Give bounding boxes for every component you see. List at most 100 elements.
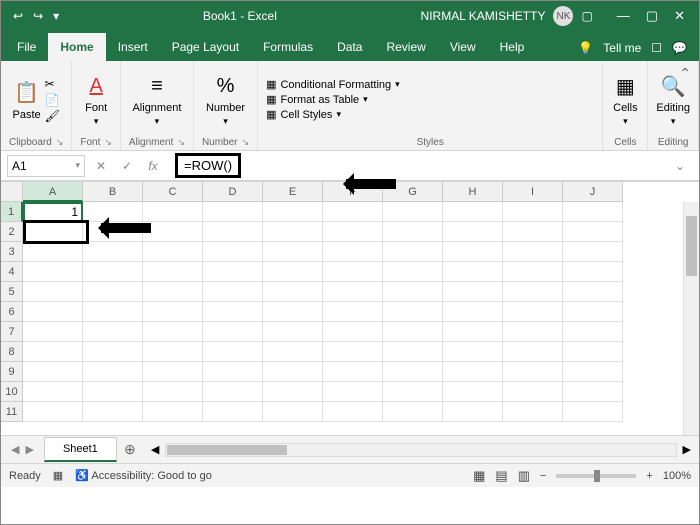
comments-icon[interactable]: 💬	[672, 41, 687, 55]
cell[interactable]	[83, 322, 143, 342]
cell[interactable]	[383, 202, 443, 222]
cell[interactable]	[23, 242, 83, 262]
cell[interactable]	[383, 402, 443, 422]
cell[interactable]	[323, 302, 383, 322]
cell[interactable]	[263, 302, 323, 322]
cell[interactable]	[443, 242, 503, 262]
row-header[interactable]: 6	[1, 302, 23, 322]
close-button[interactable]: ✕	[674, 8, 685, 24]
zoom-slider[interactable]	[556, 474, 636, 478]
cell[interactable]	[203, 242, 263, 262]
cell[interactable]	[323, 322, 383, 342]
cell[interactable]	[323, 262, 383, 282]
cell[interactable]	[83, 402, 143, 422]
cell[interactable]	[203, 342, 263, 362]
column-header[interactable]: E	[263, 182, 323, 202]
cell[interactable]	[23, 402, 83, 422]
cell[interactable]	[383, 362, 443, 382]
restore-button[interactable]: ▢	[646, 8, 658, 24]
cell[interactable]: 1	[23, 202, 83, 222]
cell[interactable]	[203, 262, 263, 282]
cell[interactable]	[503, 202, 563, 222]
cell[interactable]	[143, 342, 203, 362]
conditional-formatting-button[interactable]: ▦Conditional Formatting ▾	[266, 78, 400, 91]
accessibility-status[interactable]: ♿ Accessibility: Good to go	[75, 469, 212, 482]
cell[interactable]	[23, 342, 83, 362]
expand-formula-bar-icon[interactable]: ⌄	[675, 159, 685, 173]
tab-insert[interactable]: Insert	[106, 33, 160, 61]
page-layout-view-icon[interactable]: ▤	[495, 468, 507, 484]
cell[interactable]	[563, 202, 623, 222]
cell[interactable]	[563, 242, 623, 262]
cell[interactable]	[503, 322, 563, 342]
ribbon-display-icon[interactable]: ▢	[581, 9, 592, 23]
font-launcher-icon[interactable]: ↘	[104, 137, 112, 148]
cancel-formula-icon[interactable]: ✕	[91, 159, 111, 173]
cell[interactable]	[143, 282, 203, 302]
cell[interactable]	[323, 202, 383, 222]
cell[interactable]	[383, 282, 443, 302]
page-break-view-icon[interactable]: ▥	[518, 468, 530, 484]
cell[interactable]	[143, 382, 203, 402]
sheet-tab[interactable]: Sheet1	[44, 437, 117, 462]
vertical-scrollbar[interactable]	[683, 202, 699, 435]
cell[interactable]	[443, 322, 503, 342]
row-header[interactable]: 5	[1, 282, 23, 302]
cell[interactable]	[563, 382, 623, 402]
cell[interactable]	[263, 262, 323, 282]
cell[interactable]	[263, 242, 323, 262]
cell[interactable]	[503, 262, 563, 282]
alignment-button[interactable]: ≡ Alignment ▾	[132, 72, 181, 127]
cell[interactable]	[503, 302, 563, 322]
cell[interactable]	[263, 202, 323, 222]
cell[interactable]	[443, 302, 503, 322]
row-header[interactable]: 1	[1, 202, 23, 222]
cell[interactable]	[443, 362, 503, 382]
tell-me-icon[interactable]: 💡	[578, 41, 593, 55]
cell[interactable]	[23, 382, 83, 402]
cell[interactable]	[323, 342, 383, 362]
share-icon[interactable]: ☐	[651, 41, 662, 55]
cut-icon[interactable]: ✂	[45, 77, 60, 91]
cell[interactable]	[263, 382, 323, 402]
cell[interactable]	[203, 322, 263, 342]
cell[interactable]	[203, 362, 263, 382]
cell[interactable]	[23, 262, 83, 282]
scroll-left-icon[interactable]: ◀	[151, 443, 159, 456]
cell[interactable]	[263, 222, 323, 242]
number-button[interactable]: % Number ▾	[206, 72, 245, 127]
copy-icon[interactable]: 📄	[45, 93, 60, 107]
cell[interactable]	[83, 302, 143, 322]
cell[interactable]	[143, 322, 203, 342]
cell[interactable]	[83, 202, 143, 222]
cell[interactable]	[503, 362, 563, 382]
row-header[interactable]: 11	[1, 402, 23, 422]
cell[interactable]	[383, 222, 443, 242]
cell[interactable]	[443, 282, 503, 302]
clipboard-launcher-icon[interactable]: ↘	[56, 137, 64, 148]
cells-button[interactable]: ▦ Cells ▾	[611, 72, 639, 127]
cell[interactable]	[203, 282, 263, 302]
cell[interactable]	[503, 402, 563, 422]
tab-file[interactable]: File	[5, 33, 48, 61]
cell[interactable]	[383, 322, 443, 342]
row-header[interactable]: 3	[1, 242, 23, 262]
cell[interactable]	[443, 402, 503, 422]
cell[interactable]	[203, 222, 263, 242]
cell[interactable]	[23, 322, 83, 342]
cell[interactable]	[83, 382, 143, 402]
cell[interactable]	[263, 282, 323, 302]
cell[interactable]	[83, 362, 143, 382]
cell[interactable]	[263, 402, 323, 422]
cell[interactable]	[83, 342, 143, 362]
cell[interactable]	[383, 382, 443, 402]
scroll-right-icon[interactable]: ▶	[683, 443, 691, 456]
name-box[interactable]: A1 ▾	[7, 155, 85, 177]
tab-formulas[interactable]: Formulas	[251, 33, 325, 61]
user-avatar[interactable]: NK	[553, 6, 573, 26]
tab-home[interactable]: Home	[48, 33, 105, 61]
cell[interactable]	[143, 222, 203, 242]
row-header[interactable]: 9	[1, 362, 23, 382]
fx-icon[interactable]: fx	[143, 159, 163, 173]
cell[interactable]	[383, 302, 443, 322]
